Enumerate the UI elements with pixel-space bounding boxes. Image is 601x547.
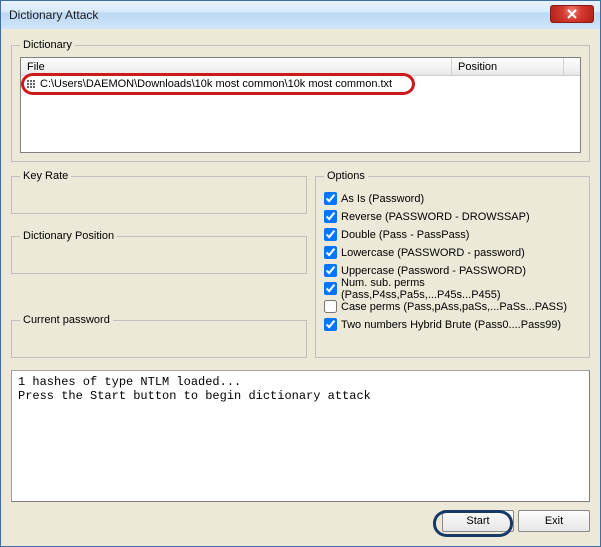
option-reverse-label: Reverse (PASSWORD - DROWSSAP) [341,211,530,223]
dictionary-position-group: Dictionary Position [11,230,307,274]
key-rate-legend: Key Rate [20,170,71,182]
exit-button[interactable]: Exit [518,510,590,532]
client-area: Dictionary File Position [1,29,600,546]
listview-body: C:\Users\DAEMON\Downloads\10k most commo… [21,76,580,152]
options-list: As Is (Password) Reverse (PASSWORD - DRO… [324,188,581,333]
option-hybrid-brute-label: Two numbers Hybrid Brute (Pass0....Pass9… [341,319,561,331]
options-legend: Options [324,170,368,182]
option-hybrid-brute-checkbox[interactable] [324,318,337,331]
list-item[interactable]: C:\Users\DAEMON\Downloads\10k most commo… [21,76,580,92]
dictionary-group: Dictionary File Position [11,39,590,162]
titlebar[interactable]: Dictionary Attack [1,1,600,29]
close-icon [567,9,577,19]
key-rate-group: Key Rate [11,170,307,214]
dictionary-listview[interactable]: File Position C:\Users\DAEMON\D [20,57,581,153]
close-button[interactable] [550,5,594,23]
option-as-is-checkbox[interactable] [324,192,337,205]
current-password-group: Current password [11,314,307,358]
option-num-sub-label: Num. sub. perms (Pass,P4ss,Pa5s,...P45s.… [341,277,581,301]
option-case-perms-checkbox[interactable] [324,300,337,313]
option-case-perms-label: Case perms (Pass,pAss,paSs,...PaSs...PAS… [341,301,567,313]
option-double-checkbox[interactable] [324,228,337,241]
log-textarea[interactable]: 1 hashes of type NTLM loaded... Press th… [11,370,590,502]
column-header-file[interactable]: File [21,58,452,75]
options-group: Options As Is (Password) Reverse (PASSWO… [315,170,590,358]
option-lowercase-checkbox[interactable] [324,246,337,259]
option-double-label: Double (Pass - PassPass) [341,229,469,241]
dictionary-legend: Dictionary [20,39,75,51]
dialog-window: Dictionary Attack Dictionary File Positi… [0,0,601,547]
option-reverse-checkbox[interactable] [324,210,337,223]
option-uppercase-label: Uppercase (Password - PASSWORD) [341,265,526,277]
column-header-spacer [564,58,580,75]
option-num-sub-checkbox[interactable] [324,282,337,295]
button-row: Start Exit [11,510,590,536]
file-path-text: C:\Users\DAEMON\Downloads\10k most commo… [40,78,392,90]
listview-header: File Position [21,58,580,76]
current-password-legend: Current password [20,314,113,326]
option-lowercase-label: Lowercase (PASSWORD - password) [341,247,525,259]
option-uppercase-checkbox[interactable] [324,264,337,277]
window-title: Dictionary Attack [9,8,98,22]
dictionary-position-legend: Dictionary Position [20,230,117,242]
file-icon [25,78,37,90]
column-header-position[interactable]: Position [452,58,564,75]
start-button[interactable]: Start [442,510,514,532]
option-as-is-label: As Is (Password) [341,193,424,205]
